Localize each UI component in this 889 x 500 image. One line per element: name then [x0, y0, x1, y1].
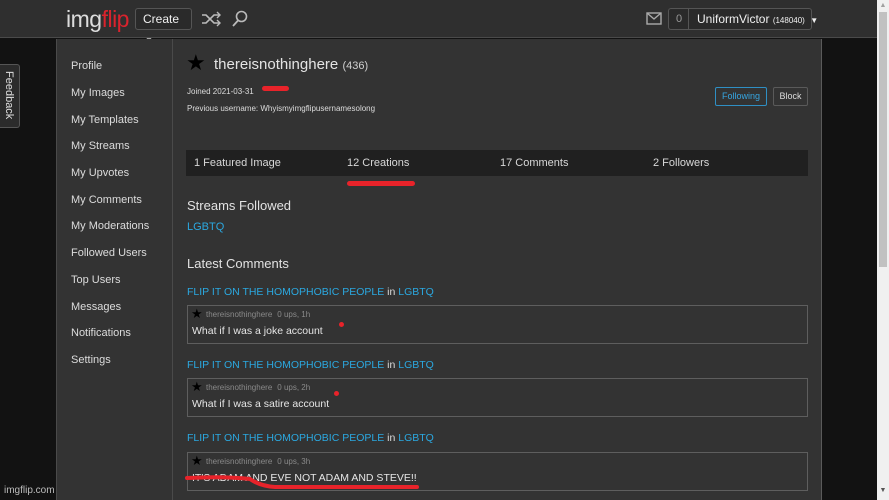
stream-link[interactable]: LGBTQ — [398, 432, 434, 444]
post-link[interactable]: FLIP IT ON THE HOMOPHOBIC PEOPLE — [187, 286, 384, 298]
page-scrollbar[interactable]: ▲ ▼ — [877, 0, 889, 500]
joined-date: Joined 2021-03-31 — [187, 87, 254, 96]
sidebar-item-top-users[interactable]: Top Users — [71, 274, 121, 286]
sidebar-item-profile[interactable]: Profile — [71, 60, 102, 72]
user-menu-button[interactable]: UniformVictor (148040) ▼ — [688, 8, 818, 30]
sidebar-item-messages[interactable]: Messages — [71, 301, 121, 313]
mail-icon[interactable] — [646, 12, 662, 25]
comment-meta: thereisnothinghere 0 ups, 2h — [206, 383, 310, 392]
comment-item: ★ thereisnothinghere 0 ups, 2h What if I … — [187, 378, 808, 417]
top-navbar: imgflip Create ▼ 0 UniformVictor (148040… — [0, 0, 877, 45]
red-annotation-dot — [334, 391, 339, 396]
scroll-up-arrow-icon[interactable]: ▲ — [879, 2, 887, 10]
create-label: Create — [143, 12, 180, 26]
profile-username: thereisnothinghere (436) — [214, 56, 369, 73]
sidebar-item-followed-users[interactable]: Followed Users — [71, 247, 147, 259]
red-annotation-underline — [185, 475, 419, 489]
profile-content: ★ thereisnothinghere (436) Joined 2021-0… — [173, 39, 821, 500]
sidebar-item-my-templates[interactable]: My Templates — [71, 114, 139, 126]
shuffle-icon[interactable] — [200, 10, 222, 28]
latest-comments-heading: Latest Comments — [187, 256, 289, 271]
following-button[interactable]: Following — [715, 87, 767, 106]
sidebar-item-my-images[interactable]: My Images — [71, 87, 125, 99]
comment-ups-time: 0 ups, 2h — [277, 383, 311, 392]
previous-username: Previous username: Whyismyimgflipusernam… — [187, 104, 376, 113]
sidebar-item-my-upvotes[interactable]: My Upvotes — [71, 167, 129, 179]
comment-item: ★ thereisnothinghere 0 ups, 1h What if I … — [187, 305, 808, 344]
scrollbar-thumb[interactable] — [879, 12, 887, 267]
feedback-label: Feedback — [3, 71, 15, 120]
red-annotation-underline — [347, 181, 415, 186]
comment-text: What if I was a joke account — [192, 325, 323, 337]
block-button[interactable]: Block — [773, 87, 808, 106]
stream-link[interactable]: LGBTQ — [187, 221, 224, 233]
current-username: UniformVictor — [697, 12, 770, 26]
caret-down-icon: ▼ — [810, 16, 819, 25]
imgflip-watermark: imgflip.com — [4, 485, 55, 496]
sidebar-item-notifications[interactable]: Notifications — [71, 327, 131, 339]
sidebar-item-my-comments[interactable]: My Comments — [71, 194, 142, 206]
red-annotation-mark — [262, 86, 289, 91]
star-icon: ★ — [191, 379, 203, 394]
feedback-tab[interactable]: Feedback — [0, 64, 20, 128]
search-icon[interactable] — [231, 9, 249, 29]
star-icon: ★ — [191, 453, 203, 468]
post-link[interactable]: FLIP IT ON THE HOMOPHOBIC PEOPLE — [187, 432, 384, 444]
stream-link[interactable]: LGBTQ — [398, 286, 434, 298]
tab-followers[interactable]: 2 Followers — [653, 157, 709, 169]
notification-count[interactable]: 0 — [668, 8, 689, 30]
tab-creations[interactable]: 12 Creations — [347, 157, 409, 169]
comment-ups-time: 0 ups, 3h — [277, 457, 311, 466]
profile-points: (436) — [342, 60, 369, 72]
create-menu-button[interactable]: Create ▼ — [135, 8, 192, 45]
comment-meta: thereisnothinghere 0 ups, 1h — [206, 310, 310, 319]
stream-link[interactable]: LGBTQ — [398, 359, 434, 371]
red-annotation-dot — [339, 322, 344, 327]
tab-featured-images[interactable]: 1 Featured Image — [194, 157, 281, 169]
comment-meta: thereisnothinghere 0 ups, 3h — [206, 457, 310, 466]
imgflip-logo[interactable]: imgflip — [66, 6, 129, 33]
comment-post-header: FLIP IT ON THE HOMOPHOBIC PEOPLE in LGBT… — [187, 359, 434, 371]
comment-author-link[interactable]: thereisnothinghere — [206, 310, 272, 319]
sidebar-item-my-moderations[interactable]: My Moderations — [71, 220, 149, 232]
comment-post-header: FLIP IT ON THE HOMOPHOBIC PEOPLE in LGBT… — [187, 432, 434, 444]
sidebar-item-my-streams[interactable]: My Streams — [71, 140, 130, 152]
main-panel: Profile My Images My Templates My Stream… — [56, 39, 822, 500]
tab-comments[interactable]: 17 Comments — [500, 157, 568, 169]
comment-text: What if I was a satire account — [192, 398, 330, 410]
sidebar-item-settings[interactable]: Settings — [71, 354, 111, 366]
star-icon: ★ — [191, 306, 203, 321]
sidebar: Profile My Images My Templates My Stream… — [57, 39, 173, 500]
profile-stats-tabs: 1 Featured Image 12 Creations 17 Comment… — [186, 150, 808, 176]
current-user-points: (148040) — [772, 16, 805, 25]
post-link[interactable]: FLIP IT ON THE HOMOPHOBIC PEOPLE — [187, 359, 384, 371]
comment-post-header: FLIP IT ON THE HOMOPHOBIC PEOPLE in LGBT… — [187, 286, 434, 298]
comment-author-link[interactable]: thereisnothinghere — [206, 383, 272, 392]
comment-author-link[interactable]: thereisnothinghere — [206, 457, 272, 466]
streams-followed-heading: Streams Followed — [187, 198, 292, 213]
star-icon: ★ — [186, 50, 206, 75]
comment-ups-time: 0 ups, 1h — [277, 310, 311, 319]
scroll-down-arrow-icon[interactable]: ▼ — [879, 487, 887, 495]
